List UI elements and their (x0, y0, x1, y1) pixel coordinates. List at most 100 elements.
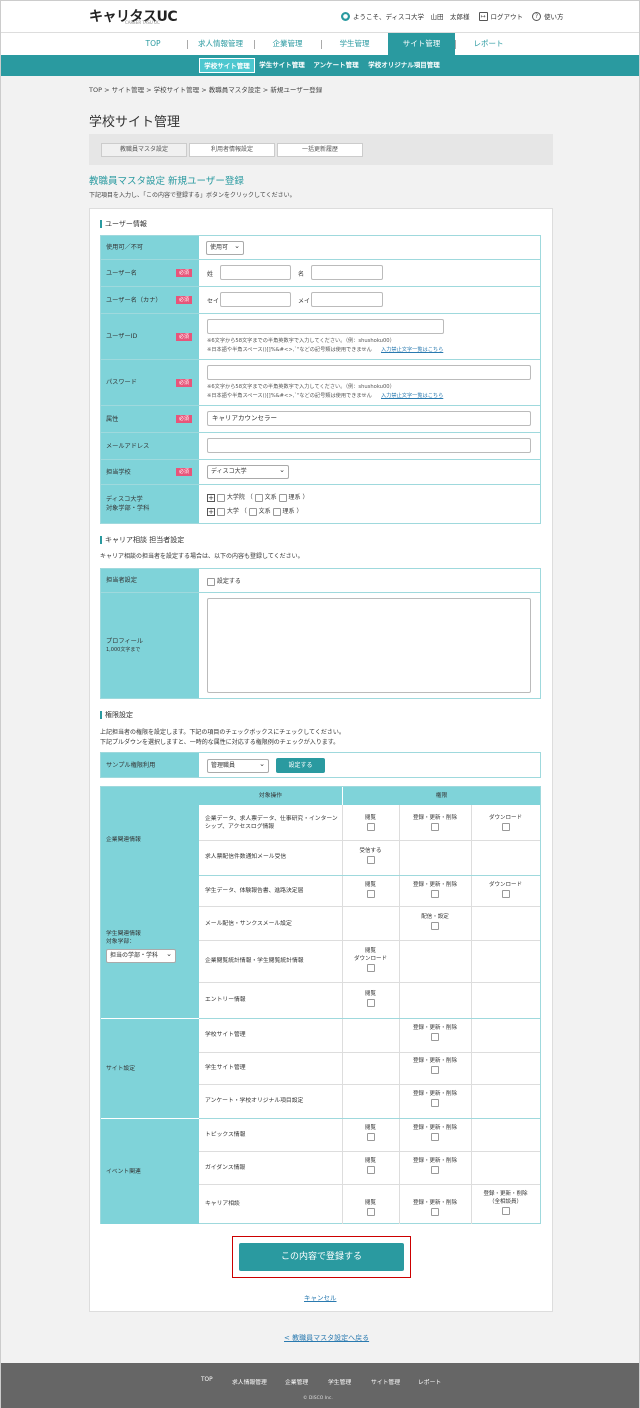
grad-rikei-checkbox[interactable] (278, 493, 287, 502)
perm-checkbox[interactable] (366, 999, 375, 1007)
perm-checkbox[interactable] (431, 1066, 439, 1074)
op-entry: エントリー情報 (205, 997, 246, 1003)
nav-report[interactable]: レポート (455, 33, 522, 55)
univ-bunkei-checkbox[interactable] (248, 507, 257, 516)
group-student-sub: 対象学部： (106, 939, 135, 945)
mei-input[interactable] (311, 265, 383, 280)
perm-checkbox[interactable] (431, 823, 439, 831)
nav-top[interactable]: TOP (119, 33, 187, 55)
name-row: ユーザー名 必須 姓 名 (100, 260, 541, 287)
perm-checkbox[interactable] (431, 1166, 439, 1174)
footer-report[interactable]: レポート (418, 1377, 441, 1386)
perm-cell: 配信・設定 (399, 913, 471, 930)
footer-top[interactable]: TOP (201, 1377, 213, 1383)
grad-checkbox[interactable] (216, 493, 225, 502)
mei-label: 名 (298, 271, 305, 278)
perm-checkbox[interactable] (431, 1099, 439, 1107)
perm-checkbox[interactable] (501, 890, 510, 898)
mei-kana-input[interactable] (311, 292, 383, 307)
perm-checkbox[interactable] (431, 1208, 439, 1216)
paren-close: ） (302, 494, 309, 501)
perm-checkbox[interactable] (366, 1166, 375, 1174)
perm-cell: 閲覧 (342, 1157, 399, 1174)
logout-link[interactable]: ログアウト (491, 11, 524, 21)
sub-nav: 学校サイト管理 学生サイト管理 アンケート管理 学校オリジナル項目管理 (1, 55, 639, 76)
expand-plus-icon[interactable]: + (207, 507, 215, 516)
nav-jobs[interactable]: 求人情報管理 (187, 33, 254, 55)
perm-cell: 閲覧 ダウンロード (342, 947, 399, 972)
tab-user-info[interactable]: 利用者情報設定 (189, 143, 275, 157)
sample-row: サンプル権限利用 管理職員 設定する (100, 752, 541, 778)
subnav-student-site[interactable]: 学生サイト管理 (256, 58, 308, 73)
sample-set-button[interactable]: 設定する (276, 758, 325, 773)
perm-note-2: 下記プルダウンを選択しますと、一時的な属性に対応する権限例のチェックが入ります。 (100, 739, 340, 746)
footer-student[interactable]: 学生管理 (328, 1377, 351, 1386)
perm-checkbox[interactable] (431, 1133, 439, 1141)
profile-textarea[interactable] (207, 598, 531, 693)
usage-select[interactable]: 使用可 (206, 240, 244, 255)
subnav-survey[interactable]: アンケート管理 (310, 58, 362, 73)
career-setting-checkbox[interactable] (207, 577, 215, 586)
school-select[interactable]: ディスコ大学 (207, 464, 289, 479)
copyright: © DISCO Inc. (303, 1396, 333, 1401)
permission-table: 対象操作 権限 企業関連情報 学生関連情報 対象学部： 担当の学部・学科 サイト… (100, 786, 541, 1224)
mail-label: メールアドレス (101, 433, 199, 459)
mail-input[interactable] (207, 438, 531, 453)
perm-checkbox[interactable] (366, 856, 375, 864)
perm-checkbox[interactable] (366, 823, 375, 831)
perm-checkbox[interactable] (366, 1208, 375, 1216)
help-link[interactable]: 使い方 (544, 11, 564, 21)
perm-checkbox[interactable] (431, 890, 439, 898)
cancel-link[interactable]: キャンセル (304, 1292, 337, 1302)
perm-cell: 登録・更新・削除 （全相談員） (471, 1190, 540, 1215)
subnav-school-site[interactable]: 学校サイト管理 (199, 58, 255, 73)
tab-staff-master[interactable]: 教職員マスタ設定 (101, 143, 187, 157)
nav-company[interactable]: 企業管理 (254, 33, 321, 55)
footer-jobs[interactable]: 求人情報管理 (232, 1377, 267, 1386)
perm-checkbox[interactable] (366, 890, 375, 898)
univ-line: + 大学 （ 文系 理系 ） (207, 506, 302, 516)
perm-checkbox[interactable] (366, 964, 375, 972)
tab-bulk-history[interactable]: 一括更新履歴 (277, 143, 363, 157)
expand-plus-icon[interactable]: + (207, 493, 215, 502)
perm-cell: 閲覧 (342, 814, 399, 831)
required-badge: 必須 (176, 269, 192, 277)
group-site: サイト設定 (101, 1018, 199, 1118)
forbidden-chars-link[interactable]: 入力禁止文字一覧はこちら (381, 346, 443, 355)
password-row: パスワード 必須 ※6文字から58文字までの半角英数字で入力してください。（例：… (100, 360, 541, 406)
perm-receive-text: 受信する (359, 848, 382, 854)
sei-kana-input[interactable] (220, 292, 291, 307)
univ-checkbox[interactable] (216, 507, 225, 516)
dept-label-2: 対象学部・学科 (106, 505, 150, 512)
student-dept-select[interactable]: 担当の学部・学科 (106, 948, 176, 963)
perm-checkbox[interactable] (501, 1207, 510, 1215)
logout-icon[interactable]: ↦ (478, 11, 488, 21)
footer-site[interactable]: サイト管理 (371, 1377, 400, 1386)
grad-bunkei-checkbox[interactable] (254, 493, 263, 502)
attr-input[interactable]: キャリアカウンセラー (207, 411, 531, 426)
password-input[interactable] (207, 365, 531, 380)
footer-company[interactable]: 企業管理 (285, 1377, 308, 1386)
sei-input[interactable] (220, 265, 291, 280)
perm-checkbox[interactable] (366, 1133, 375, 1141)
forbidden-chars-link-2[interactable]: 入力禁止文字一覧はこちら (381, 392, 443, 401)
help-icon[interactable]: ? (532, 11, 542, 21)
sample-select[interactable]: 管理職員 (207, 758, 269, 773)
bunkei-text: 文系 (258, 508, 271, 515)
back-link[interactable]: < 教職員マスタ設定へ戻る (284, 1333, 369, 1343)
subnav-original[interactable]: 学校オリジナル項目管理 (365, 58, 443, 73)
required-badge: 必須 (176, 468, 192, 476)
register-button[interactable]: この内容で登録する (239, 1243, 404, 1271)
nav-student[interactable]: 学生管理 (321, 33, 388, 55)
perm-cell: 登録・更新・削除 (399, 1090, 471, 1107)
perm-checkbox[interactable] (431, 1033, 439, 1041)
perm-checkbox[interactable] (501, 823, 510, 831)
univ-rikei-checkbox[interactable] (272, 507, 281, 516)
perm-cell: 閲覧 (342, 1199, 399, 1216)
perm-cell: 登録・更新・削除 (399, 1124, 471, 1141)
nav-site[interactable]: サイト管理 (388, 33, 455, 55)
perm-checkbox[interactable] (431, 922, 439, 930)
userid-input[interactable] (207, 319, 444, 334)
required-badge: 必須 (176, 415, 192, 423)
grad-line: + 大学院 （ 文系 理系 ） (207, 492, 308, 502)
